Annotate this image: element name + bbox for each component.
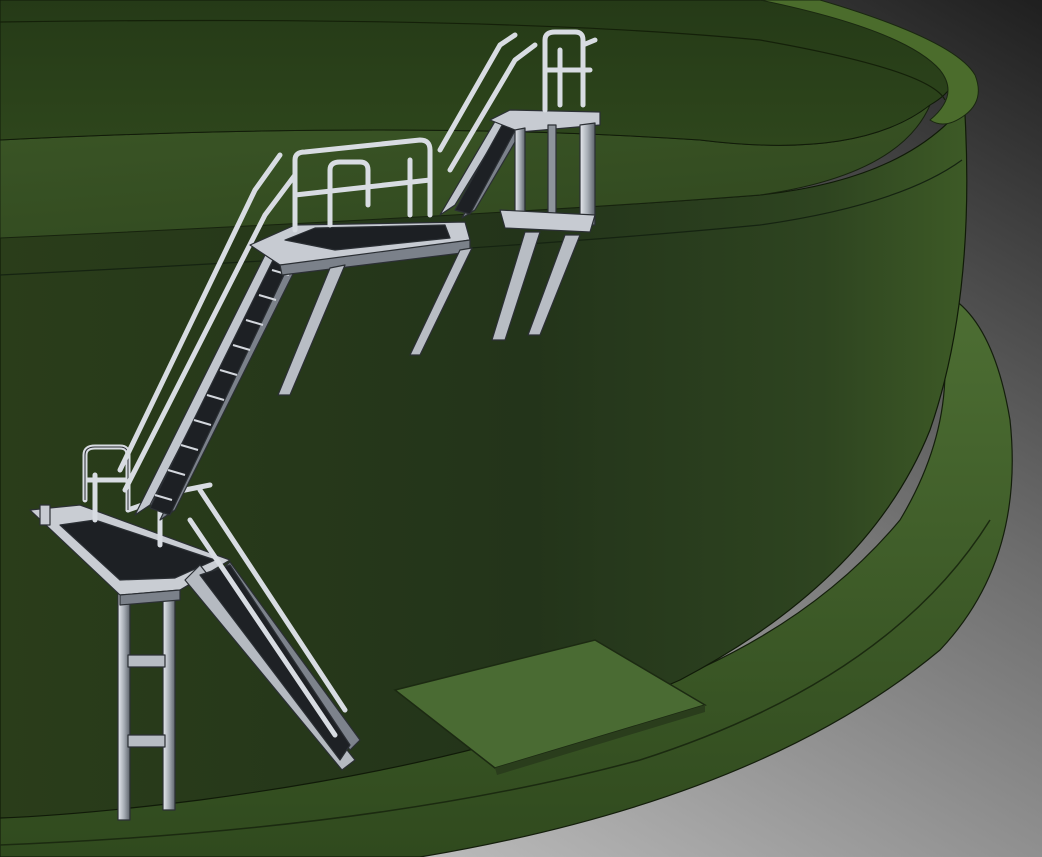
render-canvas (0, 0, 1042, 857)
tank-stair-render (0, 0, 1042, 857)
